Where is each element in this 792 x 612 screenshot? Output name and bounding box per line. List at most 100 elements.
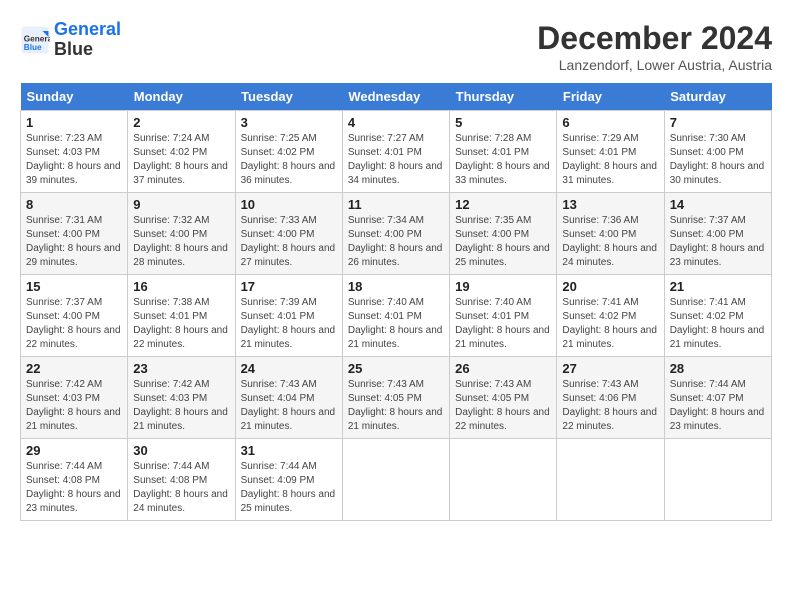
day-number: 9 (133, 197, 229, 212)
calendar-cell: 15 Sunrise: 7:37 AMSunset: 4:00 PMDaylig… (21, 275, 128, 357)
calendar-cell: 10 Sunrise: 7:33 AMSunset: 4:00 PMDaylig… (235, 193, 342, 275)
day-number: 15 (26, 279, 122, 294)
day-info: Sunrise: 7:41 AMSunset: 4:02 PMDaylight:… (670, 296, 766, 352)
calendar-week-row: 29 Sunrise: 7:44 AMSunset: 4:08 PMDaylig… (21, 439, 772, 521)
day-number: 11 (348, 197, 444, 212)
day-number: 6 (562, 115, 658, 130)
calendar-cell: 11 Sunrise: 7:34 AMSunset: 4:00 PMDaylig… (342, 193, 449, 275)
calendar-cell (342, 439, 449, 521)
calendar-cell: 9 Sunrise: 7:32 AMSunset: 4:00 PMDayligh… (128, 193, 235, 275)
calendar-cell: 23 Sunrise: 7:42 AMSunset: 4:03 PMDaylig… (128, 357, 235, 439)
calendar-cell: 27 Sunrise: 7:43 AMSunset: 4:06 PMDaylig… (557, 357, 664, 439)
calendar-cell: 7 Sunrise: 7:30 AMSunset: 4:00 PMDayligh… (664, 111, 771, 193)
day-info: Sunrise: 7:37 AMSunset: 4:00 PMDaylight:… (26, 296, 122, 352)
day-info: Sunrise: 7:32 AMSunset: 4:00 PMDaylight:… (133, 214, 229, 270)
calendar-cell: 31 Sunrise: 7:44 AMSunset: 4:09 PMDaylig… (235, 439, 342, 521)
calendar-cell: 13 Sunrise: 7:36 AMSunset: 4:00 PMDaylig… (557, 193, 664, 275)
day-info: Sunrise: 7:28 AMSunset: 4:01 PMDaylight:… (455, 132, 551, 188)
header: General Blue GeneralBlue December 2024 L… (20, 20, 772, 73)
day-info: Sunrise: 7:43 AMSunset: 4:06 PMDaylight:… (562, 378, 658, 434)
calendar-cell: 1 Sunrise: 7:23 AMSunset: 4:03 PMDayligh… (21, 111, 128, 193)
day-number: 1 (26, 115, 122, 130)
day-number: 7 (670, 115, 766, 130)
weekday-header-tuesday: Tuesday (235, 83, 342, 111)
day-number: 22 (26, 361, 122, 376)
calendar-cell (557, 439, 664, 521)
calendar-cell: 24 Sunrise: 7:43 AMSunset: 4:04 PMDaylig… (235, 357, 342, 439)
day-number: 5 (455, 115, 551, 130)
month-title: December 2024 (537, 20, 772, 57)
day-info: Sunrise: 7:39 AMSunset: 4:01 PMDaylight:… (241, 296, 337, 352)
weekday-header-friday: Friday (557, 83, 664, 111)
calendar-cell: 19 Sunrise: 7:40 AMSunset: 4:01 PMDaylig… (450, 275, 557, 357)
calendar-cell (450, 439, 557, 521)
title-area: December 2024 Lanzendorf, Lower Austria,… (537, 20, 772, 73)
day-number: 20 (562, 279, 658, 294)
calendar-cell: 26 Sunrise: 7:43 AMSunset: 4:05 PMDaylig… (450, 357, 557, 439)
calendar-week-row: 8 Sunrise: 7:31 AMSunset: 4:00 PMDayligh… (21, 193, 772, 275)
day-number: 12 (455, 197, 551, 212)
calendar-cell: 12 Sunrise: 7:35 AMSunset: 4:00 PMDaylig… (450, 193, 557, 275)
calendar-header: SundayMondayTuesdayWednesdayThursdayFrid… (21, 83, 772, 111)
day-number: 24 (241, 361, 337, 376)
day-info: Sunrise: 7:44 AMSunset: 4:07 PMDaylight:… (670, 378, 766, 434)
day-info: Sunrise: 7:25 AMSunset: 4:02 PMDaylight:… (241, 132, 337, 188)
calendar-cell: 16 Sunrise: 7:38 AMSunset: 4:01 PMDaylig… (128, 275, 235, 357)
calendar-cell: 18 Sunrise: 7:40 AMSunset: 4:01 PMDaylig… (342, 275, 449, 357)
day-info: Sunrise: 7:29 AMSunset: 4:01 PMDaylight:… (562, 132, 658, 188)
calendar-cell: 17 Sunrise: 7:39 AMSunset: 4:01 PMDaylig… (235, 275, 342, 357)
day-info: Sunrise: 7:35 AMSunset: 4:00 PMDaylight:… (455, 214, 551, 270)
weekday-header-sunday: Sunday (21, 83, 128, 111)
day-info: Sunrise: 7:42 AMSunset: 4:03 PMDaylight:… (133, 378, 229, 434)
day-info: Sunrise: 7:36 AMSunset: 4:00 PMDaylight:… (562, 214, 658, 270)
day-number: 25 (348, 361, 444, 376)
day-number: 18 (348, 279, 444, 294)
day-info: Sunrise: 7:40 AMSunset: 4:01 PMDaylight:… (348, 296, 444, 352)
day-info: Sunrise: 7:37 AMSunset: 4:00 PMDaylight:… (670, 214, 766, 270)
calendar-cell: 25 Sunrise: 7:43 AMSunset: 4:05 PMDaylig… (342, 357, 449, 439)
calendar-cell: 2 Sunrise: 7:24 AMSunset: 4:02 PMDayligh… (128, 111, 235, 193)
day-number: 4 (348, 115, 444, 130)
calendar-cell: 22 Sunrise: 7:42 AMSunset: 4:03 PMDaylig… (21, 357, 128, 439)
day-number: 29 (26, 443, 122, 458)
day-info: Sunrise: 7:38 AMSunset: 4:01 PMDaylight:… (133, 296, 229, 352)
day-number: 19 (455, 279, 551, 294)
day-info: Sunrise: 7:41 AMSunset: 4:02 PMDaylight:… (562, 296, 658, 352)
calendar-cell: 29 Sunrise: 7:44 AMSunset: 4:08 PMDaylig… (21, 439, 128, 521)
day-number: 14 (670, 197, 766, 212)
day-info: Sunrise: 7:43 AMSunset: 4:04 PMDaylight:… (241, 378, 337, 434)
day-number: 23 (133, 361, 229, 376)
calendar-cell: 5 Sunrise: 7:28 AMSunset: 4:01 PMDayligh… (450, 111, 557, 193)
day-number: 13 (562, 197, 658, 212)
calendar-cell: 28 Sunrise: 7:44 AMSunset: 4:07 PMDaylig… (664, 357, 771, 439)
day-number: 16 (133, 279, 229, 294)
weekday-header-saturday: Saturday (664, 83, 771, 111)
calendar-table: SundayMondayTuesdayWednesdayThursdayFrid… (20, 83, 772, 521)
day-number: 30 (133, 443, 229, 458)
day-number: 28 (670, 361, 766, 376)
day-info: Sunrise: 7:40 AMSunset: 4:01 PMDaylight:… (455, 296, 551, 352)
day-info: Sunrise: 7:27 AMSunset: 4:01 PMDaylight:… (348, 132, 444, 188)
day-number: 2 (133, 115, 229, 130)
location-title: Lanzendorf, Lower Austria, Austria (537, 57, 772, 73)
weekday-header-monday: Monday (128, 83, 235, 111)
day-info: Sunrise: 7:23 AMSunset: 4:03 PMDaylight:… (26, 132, 122, 188)
calendar-cell: 14 Sunrise: 7:37 AMSunset: 4:00 PMDaylig… (664, 193, 771, 275)
calendar-cell: 20 Sunrise: 7:41 AMSunset: 4:02 PMDaylig… (557, 275, 664, 357)
day-info: Sunrise: 7:33 AMSunset: 4:00 PMDaylight:… (241, 214, 337, 270)
day-info: Sunrise: 7:44 AMSunset: 4:08 PMDaylight:… (133, 460, 229, 516)
calendar-cell: 21 Sunrise: 7:41 AMSunset: 4:02 PMDaylig… (664, 275, 771, 357)
calendar-week-row: 15 Sunrise: 7:37 AMSunset: 4:00 PMDaylig… (21, 275, 772, 357)
day-info: Sunrise: 7:31 AMSunset: 4:00 PMDaylight:… (26, 214, 122, 270)
calendar-cell: 30 Sunrise: 7:44 AMSunset: 4:08 PMDaylig… (128, 439, 235, 521)
calendar-week-row: 22 Sunrise: 7:42 AMSunset: 4:03 PMDaylig… (21, 357, 772, 439)
calendar-cell: 8 Sunrise: 7:31 AMSunset: 4:00 PMDayligh… (21, 193, 128, 275)
logo-text: GeneralBlue (54, 20, 121, 60)
day-info: Sunrise: 7:43 AMSunset: 4:05 PMDaylight:… (348, 378, 444, 434)
weekday-header-wednesday: Wednesday (342, 83, 449, 111)
day-info: Sunrise: 7:34 AMSunset: 4:00 PMDaylight:… (348, 214, 444, 270)
svg-text:Blue: Blue (24, 43, 42, 52)
calendar-week-row: 1 Sunrise: 7:23 AMSunset: 4:03 PMDayligh… (21, 111, 772, 193)
day-number: 17 (241, 279, 337, 294)
calendar-cell: 3 Sunrise: 7:25 AMSunset: 4:02 PMDayligh… (235, 111, 342, 193)
